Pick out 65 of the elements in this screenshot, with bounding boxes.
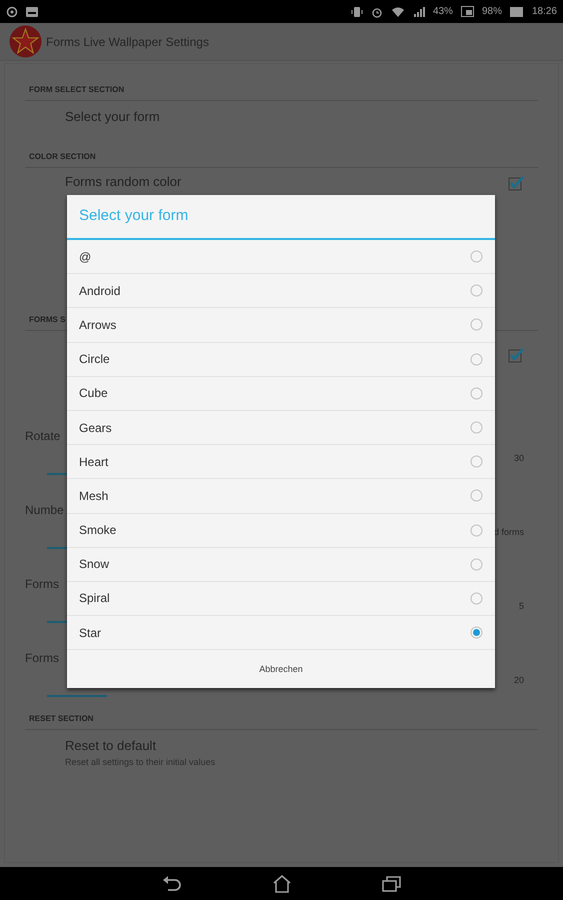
setting-value: 20 <box>514 674 524 687</box>
checkbox[interactable] <box>508 175 524 191</box>
option-row[interactable]: Arrows <box>67 308 495 343</box>
setting-value: 30 <box>514 452 524 465</box>
wifi-icon <box>390 6 405 18</box>
radio-button[interactable] <box>470 421 483 434</box>
option-label: Cube <box>79 385 108 402</box>
option-label: Android <box>79 282 120 300</box>
radio-button[interactable] <box>470 626 483 640</box>
option-row[interactable]: Circle <box>67 342 495 377</box>
signal-icon <box>412 6 425 18</box>
sync-icon <box>6 6 18 18</box>
dialog-title: Select your form <box>67 195 495 240</box>
setting-title: Rotate <box>25 428 60 445</box>
cancel-button[interactable]: Abbrechen <box>67 650 495 688</box>
option-label: Mesh <box>79 488 108 505</box>
radio-button[interactable] <box>470 524 483 537</box>
option-row[interactable]: Cube <box>67 376 495 411</box>
option-row[interactable]: Spiral <box>67 582 495 616</box>
setting-value: 5 <box>518 600 524 613</box>
radio-button[interactable] <box>470 352 483 366</box>
option-row[interactable]: Snow <box>67 548 495 582</box>
battery-icon <box>510 6 524 16</box>
radio-button[interactable] <box>470 284 483 298</box>
checkbox[interactable] <box>508 347 524 363</box>
option-row[interactable]: Mesh <box>67 479 495 514</box>
recent-apps-icon[interactable] <box>382 876 402 892</box>
option-label: Circle <box>79 351 110 368</box>
setting-title: Numbe <box>25 502 64 519</box>
tablet-icon <box>460 6 474 17</box>
section-header: RESET SECTION <box>25 713 538 730</box>
option-label: Heart <box>79 454 108 471</box>
radio-button[interactable] <box>470 592 483 605</box>
option-row[interactable]: Gears <box>67 410 495 446</box>
section-header: COLOR SECTION <box>25 151 538 168</box>
alarm-icon <box>370 6 383 18</box>
image-icon <box>26 6 38 16</box>
back-icon[interactable] <box>162 876 182 892</box>
signal-percent: 43% <box>432 5 453 19</box>
vibrate-icon <box>350 6 363 18</box>
star-logo-icon <box>9 25 42 58</box>
option-row[interactable]: @ <box>67 240 495 274</box>
setting-title: Forms <box>25 650 59 667</box>
option-label: Star <box>79 624 102 642</box>
setting-title: Forms <box>25 576 59 593</box>
option-row[interactable]: Smoke <box>67 514 495 548</box>
battery-percent: 98% <box>482 5 502 19</box>
radio-button[interactable] <box>470 386 483 400</box>
option-row[interactable]: Heart <box>67 445 495 480</box>
clock: 18:26 <box>532 5 557 19</box>
option-row[interactable]: Android <box>67 274 495 308</box>
setting-title: Forms random color <box>65 175 182 188</box>
option-label: Smoke <box>79 522 116 540</box>
option-label: Snow <box>79 556 110 574</box>
radio-button[interactable] <box>470 489 483 502</box>
radio-button[interactable] <box>470 318 483 332</box>
radio-button[interactable] <box>470 455 483 468</box>
option-label: Spiral <box>79 590 110 608</box>
option-label: @ <box>79 248 92 266</box>
home-icon[interactable] <box>272 874 292 892</box>
section-header: FORM SELECT SECTION <box>25 84 538 101</box>
option-label: Gears <box>79 420 112 437</box>
radio-button[interactable] <box>470 250 483 264</box>
radio-button[interactable] <box>470 558 483 571</box>
option-label: Arrows <box>79 316 116 334</box>
